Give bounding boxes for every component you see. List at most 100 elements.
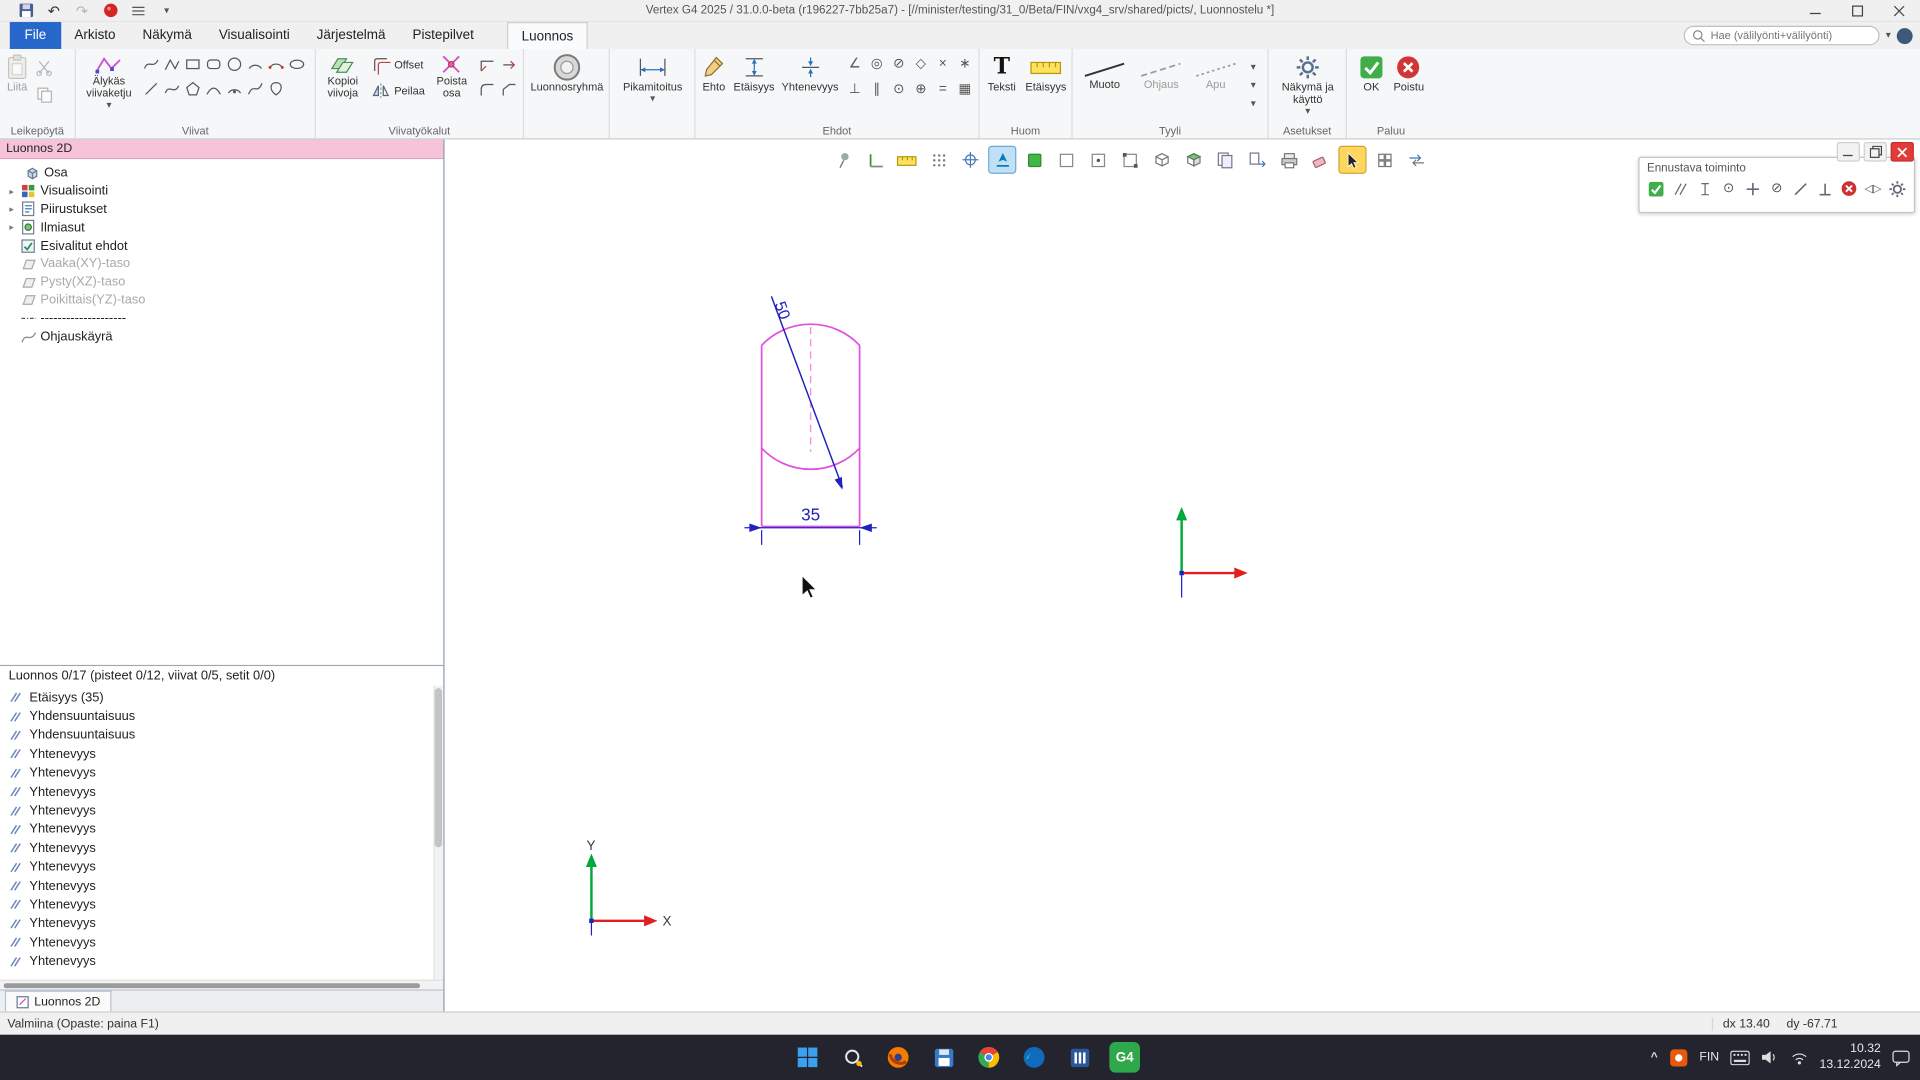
constraint-list-item[interactable]: Yhdensuuntaisuus — [0, 726, 443, 745]
tab-arkisto[interactable]: Arkisto — [61, 22, 129, 49]
constraint-list-item[interactable]: Yhtenevyys — [0, 895, 443, 914]
pick-mode-button[interactable] — [1340, 147, 1366, 173]
doc-restore-button[interactable] — [1864, 142, 1887, 162]
paste-button[interactable]: Liitä — [5, 51, 29, 95]
predict-intersection-button[interactable] — [1743, 179, 1762, 199]
constraint-list-item[interactable]: Yhtenevyys — [0, 801, 443, 820]
vertex-g4-app-button[interactable]: G4 — [1106, 1038, 1144, 1076]
condition-button[interactable]: Ehto — [700, 51, 727, 95]
firefox-app-button[interactable] — [879, 1038, 917, 1076]
edge-app-button[interactable] — [1015, 1038, 1053, 1076]
copy-lines-button[interactable]: Kopioi viivoja — [321, 51, 365, 101]
chrome-app-button[interactable] — [970, 1038, 1008, 1076]
print-button[interactable] — [1276, 147, 1302, 173]
fill-mode-button[interactable] — [1021, 147, 1047, 173]
equal-constraint-button[interactable]: = — [932, 80, 953, 101]
predict-line-button[interactable] — [1791, 179, 1810, 199]
constraint-list-item[interactable]: Yhtenevyys — [0, 764, 443, 783]
customize-toolbar-button[interactable] — [130, 2, 147, 19]
shaded-view-button[interactable] — [1180, 147, 1206, 173]
constraint-list-item[interactable]: Etäisyys (35) — [0, 688, 443, 707]
trim-corner-button[interactable] — [476, 54, 497, 75]
document-app-button[interactable] — [1060, 1038, 1098, 1076]
intersection-constraint-button[interactable]: × — [932, 54, 953, 75]
chamfer-button[interactable] — [498, 78, 519, 99]
tab-jarjestelma[interactable]: Järjestelmä — [303, 22, 399, 49]
eraser-button[interactable] — [1308, 147, 1334, 173]
redo-button[interactable]: ↷ — [73, 2, 90, 19]
tab-luonnos[interactable]: Luonnos — [507, 22, 588, 49]
quick-dimension-button[interactable]: Pikamitoitus ▾ — [615, 51, 691, 105]
tool-spline-button[interactable] — [245, 78, 266, 99]
search-box[interactable] — [1684, 26, 1880, 46]
expander-icon[interactable]: ▸ — [5, 186, 18, 197]
tab-pistepilvet[interactable]: Pistepilvet — [399, 22, 487, 49]
scrollbar-thumb[interactable] — [435, 688, 442, 847]
sketch-group-button[interactable]: Luonnosryhmä — [529, 51, 605, 95]
expander-icon[interactable]: ▸ — [5, 222, 18, 233]
drawing-canvas[interactable]: Ennustava toiminto ⊙ ⊘ ◁▷ — [444, 140, 1920, 1012]
constraint-list-item[interactable]: Yhtenevyys — [0, 782, 443, 801]
axes-snap-button[interactable] — [862, 147, 888, 173]
tray-expand-chevron[interactable]: ^ — [1651, 1051, 1658, 1064]
remove-part-button[interactable]: Poista osa — [431, 51, 473, 101]
constraint-list-item[interactable]: Yhtenevyys — [0, 858, 443, 877]
tool-line-button[interactable] — [141, 78, 162, 99]
tree-item-piirustukset[interactable]: ▸ Piirustukset — [0, 200, 443, 218]
fix-point-button[interactable]: ⊙ — [888, 80, 909, 101]
start-button[interactable] — [789, 1038, 827, 1076]
text-button[interactable]: T Teksti — [984, 51, 1019, 95]
constraint-list-item[interactable]: Yhtenevyys — [0, 933, 443, 952]
cut-button[interactable] — [33, 56, 54, 77]
style-guide-button[interactable]: Ohjaus — [1134, 59, 1188, 93]
point-on-curve-button[interactable]: ◇ — [910, 54, 931, 75]
tree-item-centerline[interactable]: -------------------- — [0, 309, 443, 327]
perpendicular-constraint-button[interactable]: ⊥ — [844, 80, 865, 101]
tree-item-visualisointi[interactable]: ▸ Visualisointi — [0, 182, 443, 200]
tool-polyline-button[interactable] — [162, 54, 183, 75]
search-options-chevron-icon[interactable]: ▾ — [1886, 31, 1891, 41]
maximize-button[interactable] — [1837, 0, 1879, 21]
tab-file[interactable]: File — [10, 22, 61, 49]
tool-polygon-button[interactable] — [182, 78, 203, 99]
tool-ellipse-button[interactable] — [287, 54, 308, 75]
tool-closed-curve-button[interactable] — [266, 78, 287, 99]
coincidence-button[interactable]: Yhtenevyys — [781, 51, 840, 95]
node-snap-button[interactable] — [958, 147, 984, 173]
symmetry-constraint-button[interactable]: ∗ — [955, 54, 976, 75]
constraint-list-item[interactable]: Yhtenevyys — [0, 839, 443, 858]
tool-rectangle-button[interactable] — [182, 54, 203, 75]
sketch-drawing[interactable]: 50 35 — [444, 140, 1918, 1012]
parallel-constraint-button[interactable]: ∥ — [866, 80, 887, 101]
style-dropdown-button[interactable]: ▾ — [1243, 77, 1264, 93]
expander-icon[interactable]: ▸ — [5, 204, 18, 215]
toolbar-dropdown-button[interactable]: ▾ — [158, 2, 175, 19]
corner-select-button[interactable] — [1117, 147, 1143, 173]
record-button[interactable] — [102, 2, 119, 19]
volume-button[interactable] — [1761, 1049, 1779, 1065]
angle-constraint-button[interactable]: ∠ — [844, 54, 865, 75]
constraint-list-item[interactable]: Yhtenevyys — [0, 877, 443, 896]
tool-center-arc-button[interactable] — [224, 78, 245, 99]
predict-mirror-button[interactable]: ◁▷ — [1863, 179, 1882, 199]
style-aux-button[interactable]: Apu — [1191, 59, 1241, 93]
constraint-list-item[interactable]: Yhdensuuntaisuus — [0, 707, 443, 726]
search-input[interactable] — [1711, 29, 1871, 41]
predict-stop-button[interactable] — [1839, 179, 1858, 199]
tangent-constraint-button[interactable]: ⊘ — [888, 54, 909, 75]
tree-item-ilmiasut[interactable]: ▸ Ilmiasut — [0, 218, 443, 236]
constraint-list-item[interactable]: Yhtenevyys — [0, 914, 443, 933]
predict-perpendicular-button[interactable] — [1815, 179, 1834, 199]
tool-three-point-arc-button[interactable] — [266, 54, 287, 75]
list-horizontal-scrollbar[interactable] — [0, 980, 443, 990]
save-button[interactable] — [17, 2, 34, 19]
tree-item-yz-plane[interactable]: Poikittais(YZ)-taso — [0, 291, 443, 309]
save-app-button[interactable] — [924, 1038, 962, 1076]
constraint-list-item[interactable]: Yhtenevyys — [0, 820, 443, 839]
tool-rounded-rectangle-button[interactable] — [203, 54, 224, 75]
taskbar-search-button[interactable] — [834, 1038, 872, 1076]
pin-button[interactable] — [830, 147, 856, 173]
predictive-enable-checkbox[interactable] — [1647, 179, 1666, 199]
scrollbar-thumb[interactable] — [4, 983, 420, 988]
copy-button[interactable] — [33, 83, 54, 104]
